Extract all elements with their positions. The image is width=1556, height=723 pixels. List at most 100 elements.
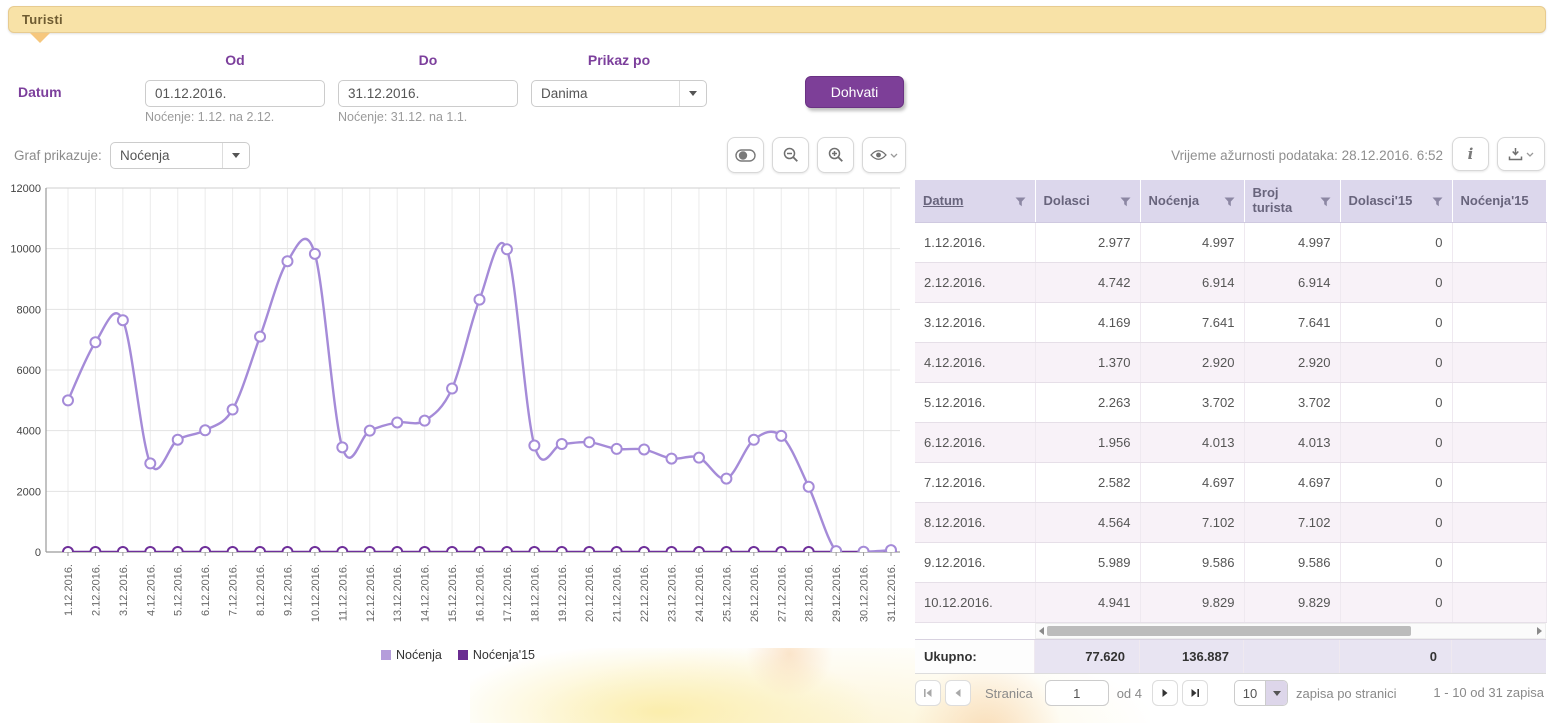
scroll-right-icon[interactable]: [1537, 627, 1542, 635]
table-cell: [1452, 342, 1546, 382]
table-row[interactable]: 8.12.2016.4.5647.1027.1020: [915, 502, 1546, 542]
svg-text:17.12.2016.: 17.12.2016.: [502, 564, 514, 622]
scrollbar-track[interactable]: [1035, 623, 1546, 639]
table-row[interactable]: 2.12.2016.4.7426.9146.9140: [915, 262, 1546, 302]
chart-toggle-button[interactable]: [727, 137, 764, 173]
table-cell: 4.169: [1035, 302, 1140, 342]
legend-swatch-nocenja: [381, 650, 391, 660]
svg-text:12000: 12000: [10, 183, 41, 195]
svg-text:30.12.2016.: 30.12.2016.: [859, 564, 871, 622]
table-row[interactable]: 9.12.2016.5.9899.5869.5860: [915, 542, 1546, 582]
record-range-text: 1 - 10 od 31 zapisa: [1433, 685, 1544, 700]
table-row[interactable]: 7.12.2016.2.5824.6974.6970: [915, 462, 1546, 502]
prev-page-button[interactable]: [945, 680, 971, 706]
table-row[interactable]: 10.12.2016.4.9419.8299.8290: [915, 582, 1546, 622]
chevron-down-icon: [680, 81, 706, 106]
table-cell: [1452, 462, 1546, 502]
table-cell: 2.582: [1035, 462, 1140, 502]
table-cell: 7.641: [1244, 302, 1340, 342]
graf-prikazuje-label: Graf prikazuje:: [14, 148, 102, 163]
download-icon: [1508, 147, 1523, 161]
legend-item[interactable]: Noćenja'15: [458, 648, 535, 662]
scrollbar-thumb[interactable]: [1047, 626, 1411, 636]
app-window: Turisti Od Do Prikaz po Datum Danima Noć…: [0, 0, 1556, 723]
svg-text:10000: 10000: [10, 244, 41, 256]
column-header-nocenja[interactable]: Noćenja: [1140, 180, 1244, 222]
svg-text:1.12.2016.: 1.12.2016.: [63, 564, 75, 616]
table-cell: 0: [1340, 462, 1452, 502]
data-updated-text: Vrijeme ažurnosti podataka: 28.12.2016. …: [1171, 148, 1443, 163]
table-cell: 9.586: [1140, 542, 1244, 582]
table-cell: 7.12.2016.: [915, 462, 1035, 502]
table-cell: 3.12.2016.: [915, 302, 1035, 342]
table-cell: 2.920: [1140, 342, 1244, 382]
first-page-button[interactable]: [915, 680, 941, 706]
table-cell: 4.12.2016.: [915, 342, 1035, 382]
column-header-dolasci[interactable]: Dolasci: [1035, 180, 1140, 222]
table-cell: [1452, 222, 1546, 262]
zoom-out-icon: [783, 147, 799, 163]
svg-text:2.12.2016.: 2.12.2016.: [90, 564, 102, 616]
column-header-nocenja15[interactable]: Noćenja'15: [1452, 180, 1546, 222]
table-cell: 7.102: [1244, 502, 1340, 542]
date-to-hint: Noćenje: 31.12. na 1.1.: [338, 110, 467, 124]
zoom-in-icon: [828, 147, 844, 163]
date-to-input[interactable]: [339, 81, 518, 106]
chevron-down-icon: [223, 143, 249, 168]
table-row[interactable]: 5.12.2016.2.2633.7023.7020: [915, 382, 1546, 422]
funnel-icon[interactable]: [1224, 195, 1235, 210]
table-row[interactable]: 6.12.2016.1.9564.0134.0130: [915, 422, 1546, 462]
table-cell: 6.12.2016.: [915, 422, 1035, 462]
date-from-hint: Noćenje: 1.12. na 2.12.: [145, 110, 274, 124]
chevron-down-icon: [1526, 152, 1534, 157]
page-number-input[interactable]: [1045, 680, 1109, 706]
svg-text:20.12.2016.: 20.12.2016.: [584, 564, 596, 622]
page-of-label: od 4: [1117, 686, 1142, 701]
graf-prikazuje-select[interactable]: Noćenja: [110, 142, 250, 169]
funnel-icon[interactable]: [1432, 195, 1443, 210]
legend-item[interactable]: Noćenja: [381, 648, 442, 662]
table-row[interactable]: 4.12.2016.1.3702.9202.9200: [915, 342, 1546, 382]
table-row[interactable]: 1.12.2016.2.9774.9974.9970: [915, 222, 1546, 262]
svg-text:23.12.2016.: 23.12.2016.: [667, 564, 679, 622]
series-visibility-button[interactable]: [862, 137, 906, 173]
info-button[interactable]: i: [1452, 137, 1489, 171]
table-cell: 5.989: [1035, 542, 1140, 582]
column-header-dolasci15[interactable]: Dolasci'15: [1340, 180, 1452, 222]
table-cell: 1.370: [1035, 342, 1140, 382]
table-cell: 7.641: [1140, 302, 1244, 342]
page-size-select[interactable]: 10: [1234, 680, 1288, 706]
prikaz-po-value: Danima: [532, 81, 680, 106]
table-cell: 2.12.2016.: [915, 262, 1035, 302]
table-cell: [1452, 582, 1546, 622]
column-header-datum[interactable]: Datum: [915, 180, 1035, 222]
svg-text:22.12.2016.: 22.12.2016.: [639, 564, 651, 622]
export-button[interactable]: [1497, 137, 1545, 171]
table-cell: 0: [1340, 422, 1452, 462]
scroll-left-icon[interactable]: [1039, 627, 1044, 635]
last-page-button[interactable]: [1182, 680, 1208, 706]
prikaz-po-select[interactable]: Danima: [531, 80, 707, 107]
funnel-icon[interactable]: [1320, 195, 1331, 210]
graf-prikazuje-value: Noćenja: [111, 143, 223, 168]
tab-turisti[interactable]: Turisti: [22, 12, 63, 27]
zoom-in-button[interactable]: [817, 137, 854, 173]
legend-swatch-nocenja15: [458, 650, 468, 660]
zoom-out-button[interactable]: [772, 137, 809, 173]
svg-text:28.12.2016.: 28.12.2016.: [804, 564, 816, 622]
table-row[interactable]: 3.12.2016.4.1697.6417.6410: [915, 302, 1546, 342]
column-header-broj-turista[interactable]: Broj turista: [1244, 180, 1340, 222]
table-cell: 0: [1340, 382, 1452, 422]
table-cell: 4.564: [1035, 502, 1140, 542]
svg-text:27.12.2016.: 27.12.2016.: [776, 564, 788, 622]
toggle-icon: [735, 149, 756, 162]
funnel-icon[interactable]: [1120, 195, 1131, 210]
funnel-icon[interactable]: [1015, 195, 1026, 210]
table-cell: 1.12.2016.: [915, 222, 1035, 262]
table-cell: [1452, 502, 1546, 542]
table-cell: 0: [1340, 542, 1452, 582]
next-page-button[interactable]: [1152, 680, 1178, 706]
date-from-input[interactable]: [146, 81, 325, 106]
table-cell: 1.956: [1035, 422, 1140, 462]
module-tab-bar: Turisti: [8, 6, 1546, 33]
